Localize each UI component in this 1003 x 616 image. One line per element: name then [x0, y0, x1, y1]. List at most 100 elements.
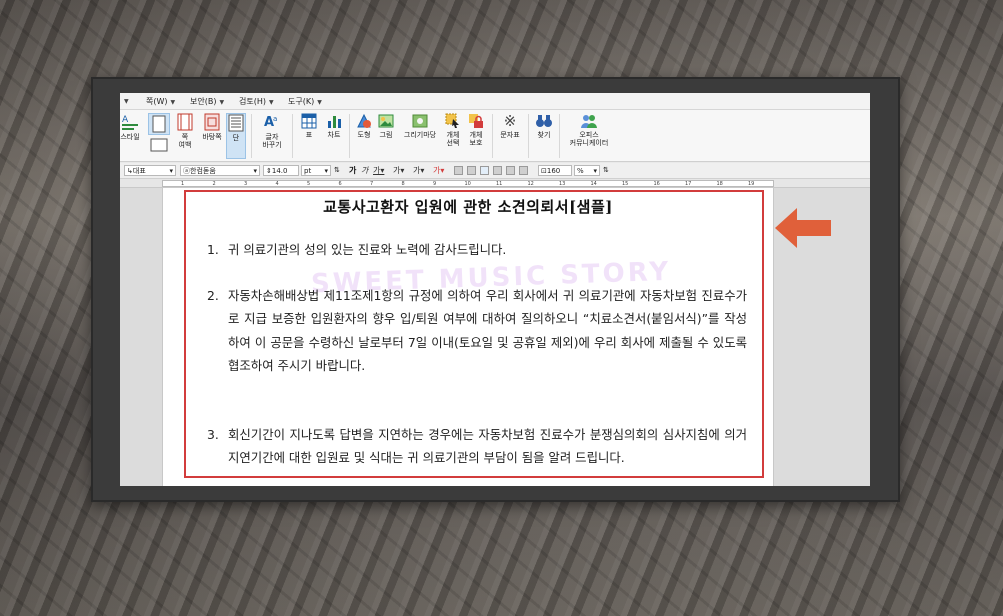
ribbon-toolbar: A 스타일 쪽 여백 바탕쪽 단 Aa 글자 바꾸기 표 차트 도형 그림 그리…: [120, 110, 870, 162]
object-protect-button[interactable]: 개체 보호: [466, 113, 486, 147]
char-change-label-2: 바꾸기: [262, 141, 282, 149]
ruler-number: 17: [685, 181, 692, 187]
font-select-value: 한컴돋움: [190, 167, 216, 175]
zoom-unit-value: %: [577, 167, 584, 175]
object-protect-label-1: 개체: [469, 131, 483, 139]
picture-icon: [378, 114, 394, 128]
ruler-number: 11: [496, 181, 503, 187]
bold-button[interactable]: 가: [348, 165, 357, 176]
ruler-number: 19: [748, 181, 755, 187]
drawing-board-button[interactable]: 그리기마당: [399, 113, 441, 139]
symbol-button[interactable]: ※ 문자표: [498, 113, 522, 139]
highlight-box: [184, 190, 764, 478]
ruler-number: 15: [622, 181, 629, 187]
picture-button[interactable]: 그림: [376, 113, 396, 139]
find-button[interactable]: 찾기: [533, 113, 555, 139]
style-select[interactable]: ↳대표 ▾: [124, 165, 176, 176]
ribbon-divider: [528, 114, 529, 158]
font-size-value: 14.0: [271, 167, 288, 175]
strike-button[interactable]: 가▾: [392, 165, 405, 176]
background-page-icon: [204, 113, 220, 131]
find-label: 찾기: [537, 131, 551, 139]
char-change-button[interactable]: Aa 글자 바꾸기: [257, 113, 287, 149]
char-shade-button[interactable]: 가▾: [412, 165, 425, 176]
align-left-icon[interactable]: [467, 166, 476, 175]
ruler-number: 4: [275, 181, 279, 187]
chart-button[interactable]: 차트: [323, 113, 345, 139]
landscape-page-icon: [150, 138, 168, 152]
shape-label: 도형: [357, 131, 371, 139]
symbol-icon: ※: [503, 112, 517, 130]
ruler-number: 12: [527, 181, 534, 187]
menu-item-tools-label: 도구(K): [288, 97, 315, 106]
picture-label: 그림: [379, 131, 393, 139]
page-margin-label-1: 쪽: [181, 133, 189, 141]
ribbon-divider: [251, 114, 252, 158]
style-label: 스타일: [120, 133, 140, 141]
zoom-unit-select[interactable]: % ▾: [574, 165, 600, 176]
page-margin-icon: [177, 113, 193, 131]
table-label: 표: [305, 131, 313, 139]
chevron-down-icon: ▼: [170, 99, 176, 106]
left-arrow-icon: [775, 208, 831, 248]
font-select[interactable]: ⓐ한컴돋움 ▾: [180, 165, 260, 176]
menu-item-review[interactable]: 검토(H) ▼: [239, 96, 274, 107]
size-spinner[interactable]: ⇅: [333, 165, 341, 176]
ruler-number: 8: [401, 181, 405, 187]
page-margin-label-2: 여백: [178, 141, 192, 149]
zoom-value: 160: [546, 167, 561, 175]
font-unit-value: pt: [304, 167, 312, 175]
align-justify-icon[interactable]: [454, 166, 463, 175]
menu-item-page-label: 쪽(W): [146, 97, 168, 106]
horizontal-ruler[interactable]: 1 2 3 4 5 6 7 8 9 10 11 12 13 14 15 16 17 18 19: [120, 179, 870, 188]
ruler-number: 5: [307, 181, 311, 187]
table-button[interactable]: 표: [299, 113, 319, 139]
font-unit-select[interactable]: pt ▾: [301, 165, 331, 176]
ruler-number: 16: [653, 181, 660, 187]
menu-item-page[interactable]: 쪽(W) ▼: [146, 96, 175, 107]
ruler-number: 10: [464, 181, 471, 187]
menu-arrow-icon[interactable]: ▼: [121, 96, 129, 105]
ruler-number: 3: [244, 181, 248, 187]
chevron-down-icon: ▾: [593, 167, 597, 175]
object-select-button[interactable]: 개체 선택: [443, 113, 463, 147]
italic-button[interactable]: 가: [360, 165, 369, 176]
font-size-input[interactable]: ⇕14.0: [263, 165, 299, 176]
chevron-down-icon: ▾: [169, 167, 173, 175]
char-change-label-1: 글자: [265, 133, 279, 141]
underline-button[interactable]: 가▾: [372, 165, 385, 176]
menu-item-security[interactable]: 보안(B) ▼: [190, 96, 224, 107]
page-margin-button[interactable]: 쪽 여백: [174, 113, 196, 149]
lock-icon: [469, 114, 483, 128]
chevron-down-icon: ▼: [219, 99, 225, 106]
office-label-1: 오피스: [579, 131, 599, 139]
align-right-icon[interactable]: [493, 166, 502, 175]
ruler-track: 1 2 3 4 5 6 7 8 9 10 11 12 13 14 15 16 17 18 19: [162, 180, 774, 187]
align-distribute-icon[interactable]: [506, 166, 515, 175]
background-page-button[interactable]: 바탕쪽: [200, 113, 224, 141]
ribbon-divider: [292, 114, 293, 158]
zoom-spinner[interactable]: ⇅: [602, 165, 610, 176]
align-center-icon[interactable]: [480, 166, 489, 175]
menu-item-tools[interactable]: 도구(K) ▼: [288, 96, 322, 107]
office-label-2: 커뮤니케이터: [569, 139, 609, 147]
column-button[interactable]: 단: [226, 113, 246, 159]
page-icon: [152, 115, 166, 133]
style-button[interactable]: A 스타일: [120, 113, 140, 141]
svg-text:A: A: [122, 115, 129, 125]
chevron-down-icon: ▾: [253, 167, 257, 175]
ruler-number: 6: [338, 181, 342, 187]
page-landscape-button[interactable]: [148, 138, 170, 154]
ruler-number: 1: [181, 181, 185, 187]
page-portrait-button[interactable]: [148, 113, 170, 135]
ribbon-divider: [492, 114, 493, 158]
shape-button[interactable]: 도형: [354, 113, 374, 139]
ruler-number: 13: [559, 181, 566, 187]
object-select-label-1: 개체: [446, 131, 460, 139]
zoom-input[interactable]: ⊡160: [538, 165, 572, 176]
office-communicator-button[interactable]: 오피스 커뮤니케이터: [565, 113, 613, 147]
chart-icon: [328, 116, 341, 128]
font-color-button[interactable]: 가▾: [432, 165, 445, 176]
style-icon: A: [122, 115, 138, 130]
align-divide-icon[interactable]: [519, 166, 528, 175]
